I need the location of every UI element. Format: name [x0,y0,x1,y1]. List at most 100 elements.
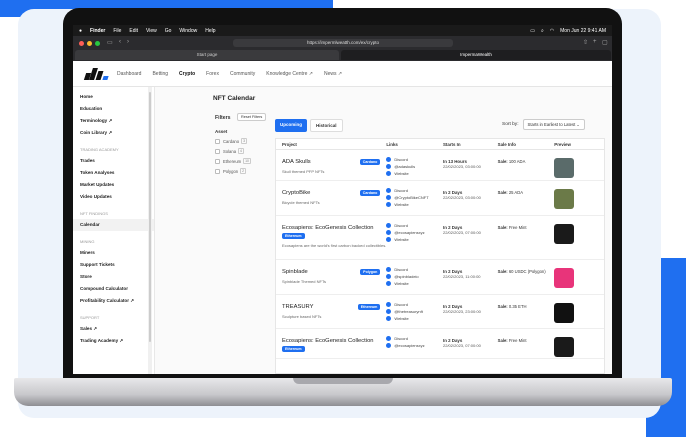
project-link[interactable]: Website [386,171,443,176]
sidebar: Home Education Terminology ↗ Coin Library ↗… [73,87,155,374]
sidebar-item[interactable]: Trading Academy ↗ [73,335,154,347]
search-icon[interactable]: ⌕ [541,28,544,34]
share-icon[interactable]: ⇧ [583,39,588,46]
checkbox[interactable] [215,168,220,174]
sidebar-item[interactable]: Market Updates [73,179,154,191]
nav-crypto[interactable]: Crypto [179,71,195,77]
sidebar-item[interactable]: Terminology ↗ [73,115,154,127]
reset-filters-button[interactable]: Reset Filters [237,113,267,121]
project-link[interactable]: @ecosapiensxyz [386,343,443,348]
project-link[interactable]: Website [386,316,443,321]
table-row[interactable]: CryptoBike Cardano Bicycle themed NFTs Disc… [276,181,604,216]
menubar-help[interactable]: Help [205,28,215,34]
apple-icon[interactable]: ● [79,28,82,34]
sidebar-item[interactable]: Sales ↗ [73,323,154,335]
project-link[interactable]: Website [386,281,443,286]
forward-icon[interactable]: › [127,39,129,45]
sidebar-item[interactable]: Coin Library ↗ [73,127,154,139]
project-description: Skull themed PFP NFTs [282,169,325,174]
nav-news[interactable]: News ↗ [324,71,342,77]
nft-preview-image[interactable] [554,224,575,244]
project-description: Sculpture based NFTs [282,314,322,319]
project-link[interactable]: @ecosapiensxyz [386,230,443,235]
project-link[interactable]: Discord [386,302,443,307]
table-row[interactable]: ADA Skulls Cardano Skull themed PFP NFTs Di… [276,150,604,181]
nav-betting[interactable]: Betting [152,71,168,77]
nav-community[interactable]: Community [230,71,255,77]
nav-dashboard[interactable]: Dashboard [117,71,141,77]
asset-filter-option[interactable]: Ethereum 10 [215,158,265,164]
table-row[interactable]: TREASURY Ethereum Sculpture based NFTs Disc… [276,295,604,329]
project-link[interactable]: Discord [386,336,443,341]
nft-preview-image[interactable] [554,268,575,288]
sidebar-item[interactable]: Profitability Calculator ↗ [73,295,154,307]
project-link[interactable]: Website [386,202,443,207]
sidebar-item[interactable]: Video Updates [73,191,154,203]
globe-icon [386,316,392,321]
tab-impermawealth[interactable]: ImpermaWealth [341,50,611,60]
header-sale-info: Sale Info [497,141,516,147]
project-link[interactable]: @adaskulls [386,164,443,169]
nft-preview-image[interactable] [554,303,575,323]
menubar-view[interactable]: View [146,28,157,34]
tab-historical[interactable]: Historical [310,119,343,132]
wifi-icon[interactable]: ◠ [550,28,554,34]
zoom-button[interactable] [95,41,100,46]
nav-forex[interactable]: Forex [206,71,219,77]
sidebar-item[interactable]: Home [73,91,154,103]
sidebar-item[interactable]: Calendar [73,219,154,231]
sidebar-item[interactable]: Store [73,271,154,283]
link-label: Discord [394,157,408,162]
asset-filter-option[interactable]: Solana 4 [215,148,265,154]
project-link[interactable]: Discord [386,267,443,272]
project-link[interactable]: Discord [386,157,443,162]
site-logo-icon[interactable] [83,67,109,80]
tab-start-page[interactable]: Start page [75,50,339,60]
checkbox[interactable] [215,158,220,164]
tabs-overview-icon[interactable]: ▢ [602,39,608,46]
address-bar[interactable]: https://impermlweatth.com/ex/crypto [233,39,453,47]
project-link[interactable]: Discord [386,223,443,228]
asset-filter-option[interactable]: Cardano 3 [215,138,265,144]
project-link[interactable]: @spinbladeio [386,274,443,279]
sidebar-toggle-icon[interactable]: ▭ [107,39,113,46]
sidebar-item[interactable]: Miners [73,247,154,259]
project-link[interactable]: Website [386,237,443,242]
nft-preview-image[interactable] [554,189,575,209]
project-link[interactable]: @thetreasurynft [386,309,443,314]
back-icon[interactable]: ‹ [119,39,121,45]
checkbox[interactable] [215,148,220,154]
menubar-edit[interactable]: Edit [129,28,138,34]
sidebar-item[interactable]: Support Tickets [73,259,154,271]
table-row[interactable]: Ecosapiens: EcoGenesis Collection Ethereu… [276,216,604,260]
new-tab-icon[interactable]: + [593,39,597,45]
minimize-button[interactable] [87,41,92,46]
nav-knowledge-centre[interactable]: Knowledge Centre ↗ [266,71,313,77]
table-row[interactable]: Spinblade Polygon Spinblade Themed NFTs Dis… [276,260,604,295]
battery-icon[interactable]: ▭ [530,28,535,34]
chain-badge: Polygon [360,269,381,275]
menubar-file[interactable]: File [113,28,121,34]
nft-preview-image[interactable] [554,158,575,178]
checkbox[interactable] [215,138,220,144]
sidebar-item[interactable]: Compound Calculator [73,283,154,295]
menubar-go[interactable]: Go [165,28,172,34]
sort-select[interactable]: Starts in Earliest to Latest ⌄ [522,119,585,130]
link-label: Discord [394,188,408,193]
project-link[interactable]: @CryptoBikeCNFT [386,195,443,200]
sidebar-item[interactable]: Education [73,103,154,115]
menubar-window[interactable]: Window [179,28,197,34]
sort-control: Sort by: Starts in Earliest to Latest ⌄ [502,119,585,130]
menubar-app[interactable]: Finder [90,28,105,34]
link-label: Website [394,316,409,321]
asset-filter-option[interactable]: Polygon 2 [215,168,265,174]
menubar-clock: Mon Jun 22 9:41 AM [560,27,606,34]
sidebar-scrollbar[interactable] [148,87,152,374]
table-row[interactable]: Ecosapiens: EcoGenesis Collection Ethereu… [276,329,604,359]
sidebar-item[interactable]: Token Analyses [73,167,154,179]
tab-upcoming[interactable]: Upcoming [275,119,307,132]
nft-preview-image[interactable] [554,337,575,357]
project-link[interactable]: Discord [386,188,443,193]
sidebar-item[interactable]: Trades [73,155,154,167]
close-button[interactable] [79,41,84,46]
